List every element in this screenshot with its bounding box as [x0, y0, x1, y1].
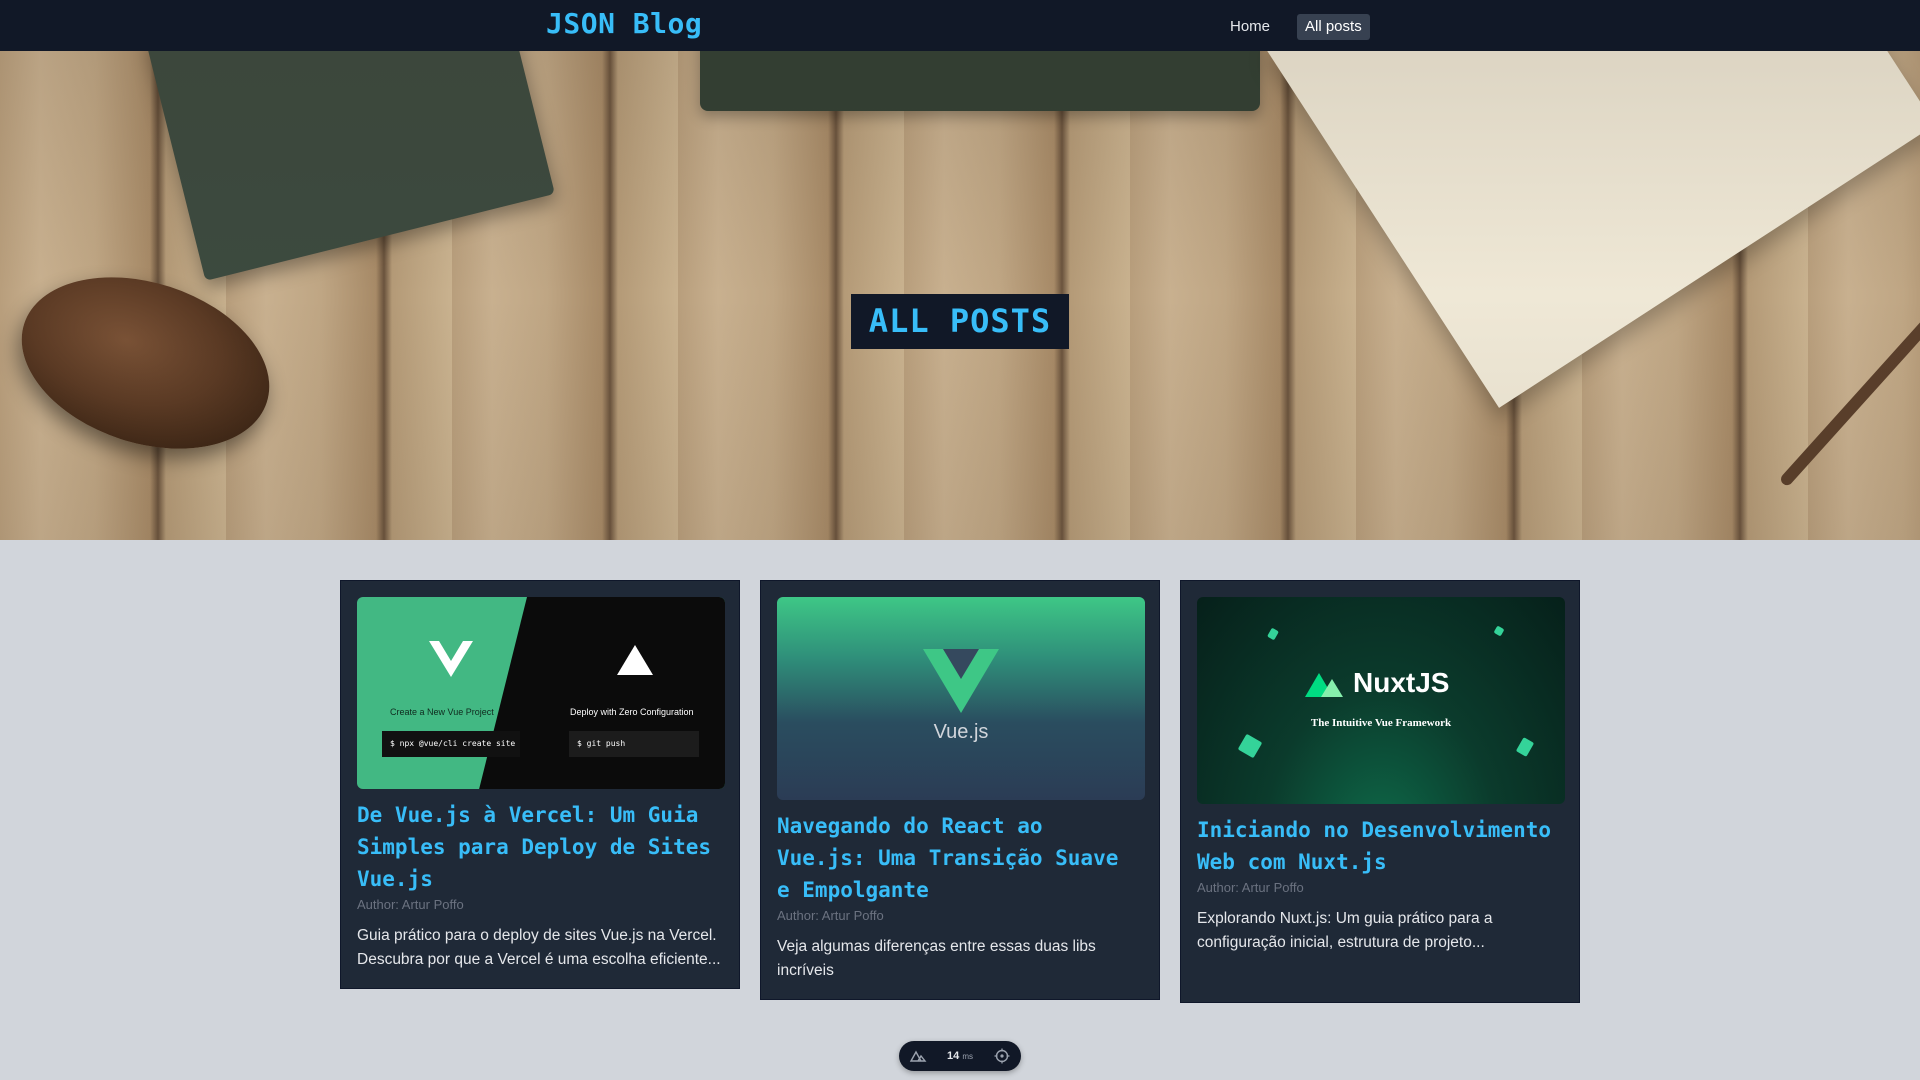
post-description: Veja algumas diferenças entre essas duas… — [777, 938, 1096, 979]
thumbnail-right-label: Deploy with Zero Configuration — [570, 707, 694, 717]
top-nav: JSON Blog Home All posts — [0, 0, 1920, 51]
vercel-logo-icon — [617, 645, 653, 675]
brand-logo[interactable]: JSON Blog — [546, 7, 702, 40]
page-title: ALL POSTS — [851, 294, 1069, 349]
decor-gem-icon — [1237, 733, 1263, 759]
nuxt-devtools-bar[interactable]: 14 ms — [899, 1041, 1021, 1071]
thumbnail-dark-panel — [479, 597, 725, 789]
post-description: Guia prático para o deploy de sites Vue.… — [357, 927, 721, 968]
nav-link-all-posts[interactable]: All posts — [1297, 14, 1370, 40]
post-title[interactable]: De Vue.js à Vercel: Um Guia Simples para… — [357, 799, 723, 895]
post-thumbnail[interactable]: Create a New Vue Project Deploy with Zer… — [357, 597, 725, 789]
post-card[interactable]: Vue.js Navegando do React ao Vue.js: Uma… — [760, 580, 1160, 1000]
post-thumbnail[interactable]: Vue.js — [777, 597, 1145, 800]
post-author: Author: Artur Poffo — [357, 897, 464, 912]
nuxt-logo-icon[interactable] — [909, 1047, 927, 1065]
thumbnail-wordmark: NuxtJS — [1353, 667, 1450, 698]
post-title[interactable]: Iniciando no Desenvolvimento Web com Nux… — [1197, 814, 1563, 878]
decor-gem-icon — [1515, 737, 1535, 757]
thumbnail-left-label: Create a New Vue Project — [390, 707, 494, 717]
post-title[interactable]: Navegando do React ao Vue.js: Uma Transi… — [777, 810, 1143, 906]
post-card[interactable]: Create a New Vue Project Deploy with Zer… — [340, 580, 740, 989]
thumbnail-wordmark: Vue.js — [933, 721, 989, 743]
thumbnail-tagline: The Intuitive Vue Framework — [1310, 717, 1452, 729]
decor-gem-icon — [1493, 625, 1505, 637]
hero-banner: ALL POSTS — [0, 51, 1920, 540]
nav-link-home[interactable]: Home — [1222, 14, 1278, 40]
decor-gem-icon — [1267, 627, 1279, 641]
post-description: Explorando Nuxt.js: Um guia prático para… — [1197, 910, 1493, 951]
post-thumbnail[interactable]: NuxtJS The Intuitive Vue Framework — [1197, 597, 1565, 804]
target-icon[interactable] — [993, 1047, 1011, 1065]
post-author: Author: Artur Poffo — [777, 908, 884, 923]
post-author: Author: Artur Poffo — [1197, 880, 1304, 895]
post-card[interactable]: NuxtJS The Intuitive Vue Framework Inici… — [1180, 580, 1580, 1003]
thumbnail-right-command: $ git push — [569, 731, 699, 757]
thumbnail-left-command: $ npx @vue/cli create site — [382, 731, 520, 757]
render-time: 14 ms — [947, 1050, 973, 1062]
